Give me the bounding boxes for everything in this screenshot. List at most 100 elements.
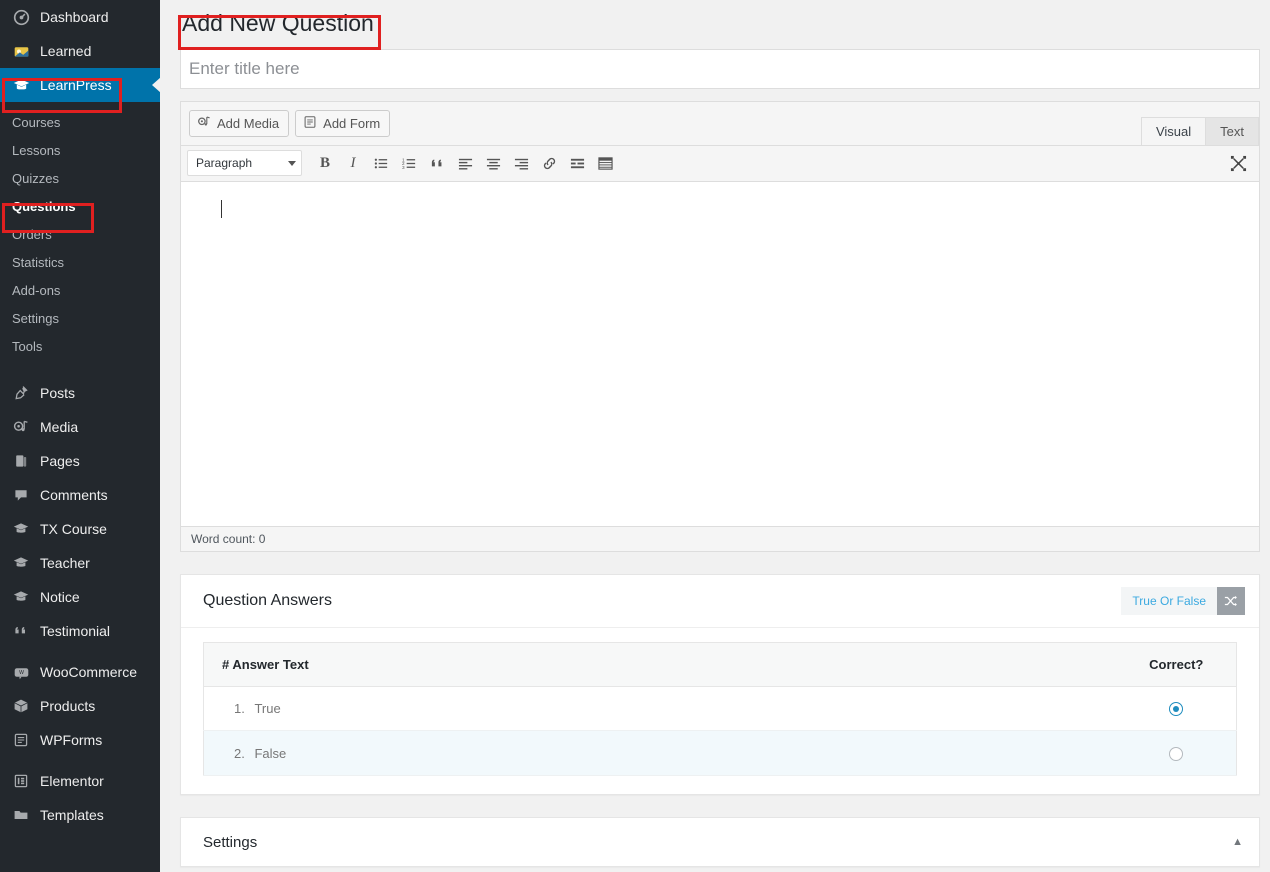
sidebar-subitem-label: Statistics [12,254,65,270]
sidebar-item-learnpress[interactable]: LearnPress [0,68,160,102]
sidebar-subitem-courses[interactable]: Courses [0,108,160,136]
shuffle-icon[interactable] [1217,586,1245,615]
answer-text[interactable]: True [254,701,280,716]
dashboard-icon [11,7,31,27]
form-icon [303,115,317,132]
column-header-correct: Correct? [1116,642,1237,687]
tab-visual[interactable]: Visual [1140,116,1207,146]
graduation-cap-icon [11,519,31,539]
question-answers-header: Question Answers True Or False [181,575,1259,628]
sidebar-subitem-settings[interactable]: Settings [0,304,160,332]
sidebar-subitem-quizzes[interactable]: Quizzes [0,164,160,192]
sidebar-subitem-orders[interactable]: Orders [0,220,160,248]
sidebar-item-wpforms[interactable]: WPForms [0,723,160,757]
sidebar-subitem-statistics[interactable]: Statistics [0,248,160,276]
post-title-input[interactable] [180,48,1260,89]
add-media-label: Add Media [217,115,280,131]
sidebar-item-label: Products [40,698,96,714]
sidebar-item-products[interactable]: Products [0,689,160,723]
quote-icon [11,621,31,641]
bold-icon[interactable]: B [312,150,338,176]
sidebar-item-label: Learned [40,43,92,59]
sidebar-subitem-label: Orders [12,226,52,242]
sidebar-item-testimonial[interactable]: Testimonial [0,614,160,648]
sidebar-subitem-label: Settings [12,310,59,326]
numbered-list-icon[interactable]: 123 [396,150,422,176]
settings-title: Settings [203,833,258,851]
media-buttons-row: Add Media Add Form Visual Text [181,101,1259,146]
sidebar-subitem-label: Quizzes [12,170,59,186]
settings-header[interactable]: Settings ▲ [181,818,1259,866]
align-left-icon[interactable] [452,150,478,176]
add-form-label: Add Form [323,115,381,131]
folder-icon [11,805,31,825]
word-count-label: Word count: 0 [191,531,266,546]
answer-text[interactable]: False [254,746,286,761]
sidebar-item-label: Posts [40,385,76,401]
italic-icon[interactable]: I [340,150,366,176]
editor-statusbar: Word count: 0 [180,525,1260,552]
sidebar-item-media[interactable]: Media [0,410,160,444]
sidebar-item-notice[interactable]: Notice [0,580,160,614]
answer-cell: 2. False [203,730,1117,777]
sidebar-item-label: WPForms [40,732,103,748]
sidebar-item-posts[interactable]: Posts [0,376,160,410]
sidebar-subitem-lessons[interactable]: Lessons [0,136,160,164]
svg-text:3: 3 [402,165,405,170]
sidebar-subitem-tools[interactable]: Tools [0,332,160,360]
add-media-button[interactable]: Add Media [189,109,290,137]
media-icon [11,417,31,437]
sidebar-item-label: Templates [40,807,104,823]
sidebar-item-tx-course[interactable]: TX Course [0,512,160,546]
sidebar-subitem-addons[interactable]: Add-ons [0,276,160,304]
align-right-icon[interactable] [508,150,534,176]
correct-radio[interactable] [1169,702,1184,717]
sidebar-item-dashboard[interactable]: Dashboard [0,0,160,34]
sidebar-item-woocommerce[interactable]: W WooCommerce [0,655,160,689]
sidebar-item-teacher[interactable]: Teacher [0,546,160,580]
table-row[interactable]: 1. True [203,686,1237,732]
fullscreen-toggle-icon[interactable] [1225,151,1251,177]
sidebar-divider [0,757,160,764]
add-form-button[interactable]: Add Form [295,109,391,137]
sidebar-item-pages[interactable]: Pages [0,444,160,478]
paragraph-format-select[interactable]: Paragraph [187,150,302,177]
wordpress-admin-screen: Dashboard Learned LearnPress Courses Les… [0,0,1270,872]
table-row[interactable]: 2. False [203,730,1237,777]
sidebar-item-label: Notice [40,589,80,605]
sidebar-item-templates[interactable]: Templates [0,798,160,832]
learnpress-submenu: Courses Lessons Quizzes Questions Orders… [0,102,160,366]
toolbar-toggle-icon[interactable] [592,150,618,176]
sidebar-item-learned[interactable]: Learned [0,34,160,68]
tab-text[interactable]: Text [1205,116,1259,146]
sidebar-item-comments[interactable]: Comments [0,478,160,512]
editor-mode-tabs: Visual Text [1140,116,1259,146]
bulleted-list-icon[interactable] [368,150,394,176]
sidebar-item-label: Testimonial [40,623,111,639]
sidebar-item-label: LearnPress [40,77,112,93]
question-type-select[interactable]: True Or False [1121,586,1217,615]
link-icon[interactable] [536,150,562,176]
correct-cell [1116,730,1237,777]
collapse-toggle-icon[interactable]: ▲ [1232,836,1243,848]
sidebar-subitem-label: Questions [12,198,76,214]
paragraph-format-label: Paragraph [196,156,253,171]
sidebar-subitem-label: Tools [12,338,43,354]
align-center-icon[interactable] [480,150,506,176]
blockquote-icon[interactable] [424,150,450,176]
question-type-controls: True Or False [1121,586,1245,615]
editor-content-area[interactable] [180,180,1260,526]
admin-sidebar: Dashboard Learned LearnPress Courses Les… [0,0,160,872]
pin-icon [11,383,31,403]
submenu-arrow-icon [152,77,160,93]
correct-radio[interactable] [1169,747,1184,762]
read-more-icon[interactable] [564,150,590,176]
sidebar-item-label: Media [40,419,79,435]
svg-text:W: W [19,670,24,676]
main-content: Add New Question Add Media Add Form [160,0,1270,872]
answer-index: 1. [234,701,245,717]
question-answers-panel: Question Answers True Or False # Answer … [180,573,1260,796]
sidebar-subitem-questions[interactable]: Questions [0,192,160,220]
sidebar-item-elementor[interactable]: Elementor [0,764,160,798]
media-icon [197,115,211,132]
